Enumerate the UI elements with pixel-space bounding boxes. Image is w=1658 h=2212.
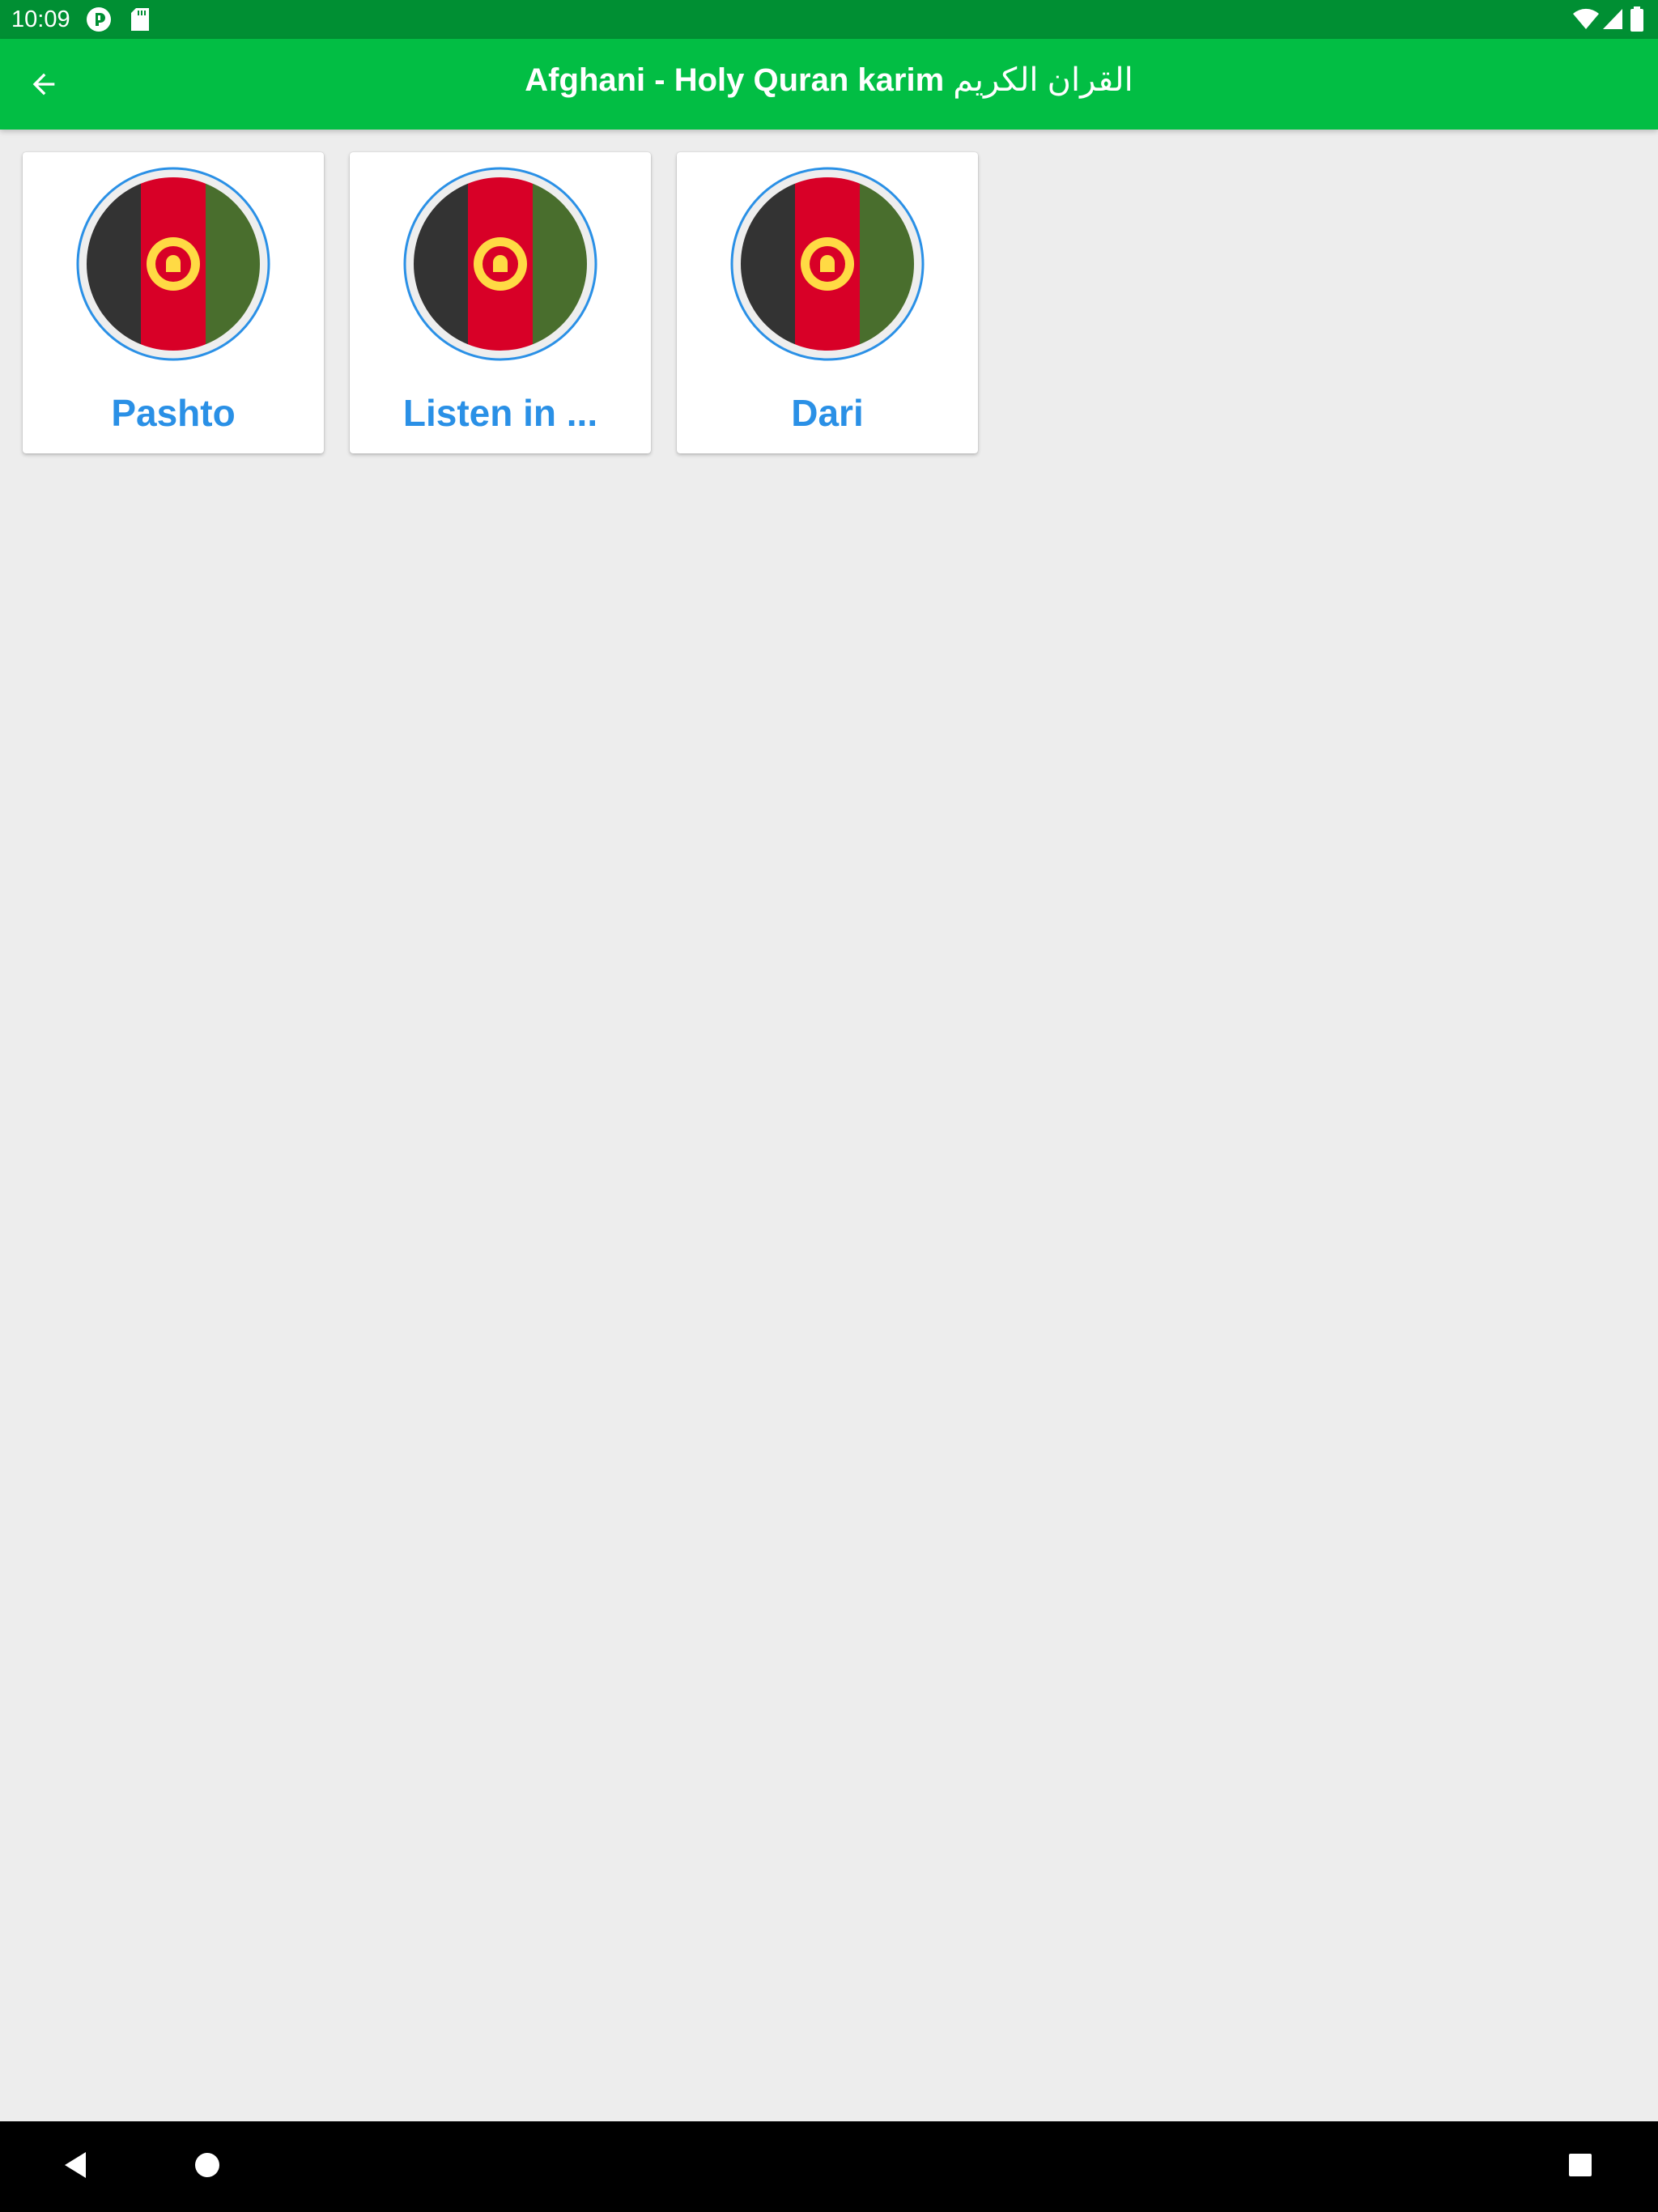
app-bar: Afghani - Holy Quran karim القران الكريم (0, 39, 1658, 130)
status-time: 10:09 (11, 6, 70, 32)
afghanistan-flag-icon (76, 167, 270, 361)
status-bar: 10:09 (0, 0, 1658, 39)
nav-home-icon (194, 2152, 220, 2182)
card-label: Listen in ... (402, 392, 598, 434)
nav-recents-icon (1567, 2152, 1593, 2182)
p-badge-icon (86, 6, 112, 36)
navigation-bar (0, 2121, 1658, 2212)
language-grid: Pashto Listen in ... Dari (23, 152, 978, 453)
page-title: Afghani - Holy Quran karim القران الكريم (97, 60, 1561, 100)
card-listen[interactable]: Listen in ... (350, 152, 651, 453)
page-title-latin: Afghani - Holy Quran karim (525, 62, 945, 98)
card-label: Pashto (111, 392, 236, 434)
afghanistan-flag-icon (730, 167, 925, 361)
battery-icon (1629, 6, 1645, 36)
signal-icon (1601, 6, 1624, 35)
page-title-arabic: القران الكريم (953, 62, 1133, 98)
card-pashto[interactable]: Pashto (23, 152, 324, 453)
nav-home-button[interactable] (185, 2144, 230, 2189)
afghanistan-flag-icon (403, 167, 597, 361)
back-button[interactable] (15, 57, 73, 115)
wifi-icon (1572, 6, 1600, 35)
card-dari[interactable]: Dari (677, 152, 978, 453)
nav-back-icon (62, 2150, 91, 2184)
card-label: Dari (791, 392, 864, 434)
nav-back-button[interactable] (53, 2144, 99, 2189)
sd-card-icon (130, 6, 151, 36)
nav-recents-button[interactable] (1558, 2144, 1603, 2189)
arrow-back-icon (28, 68, 60, 104)
